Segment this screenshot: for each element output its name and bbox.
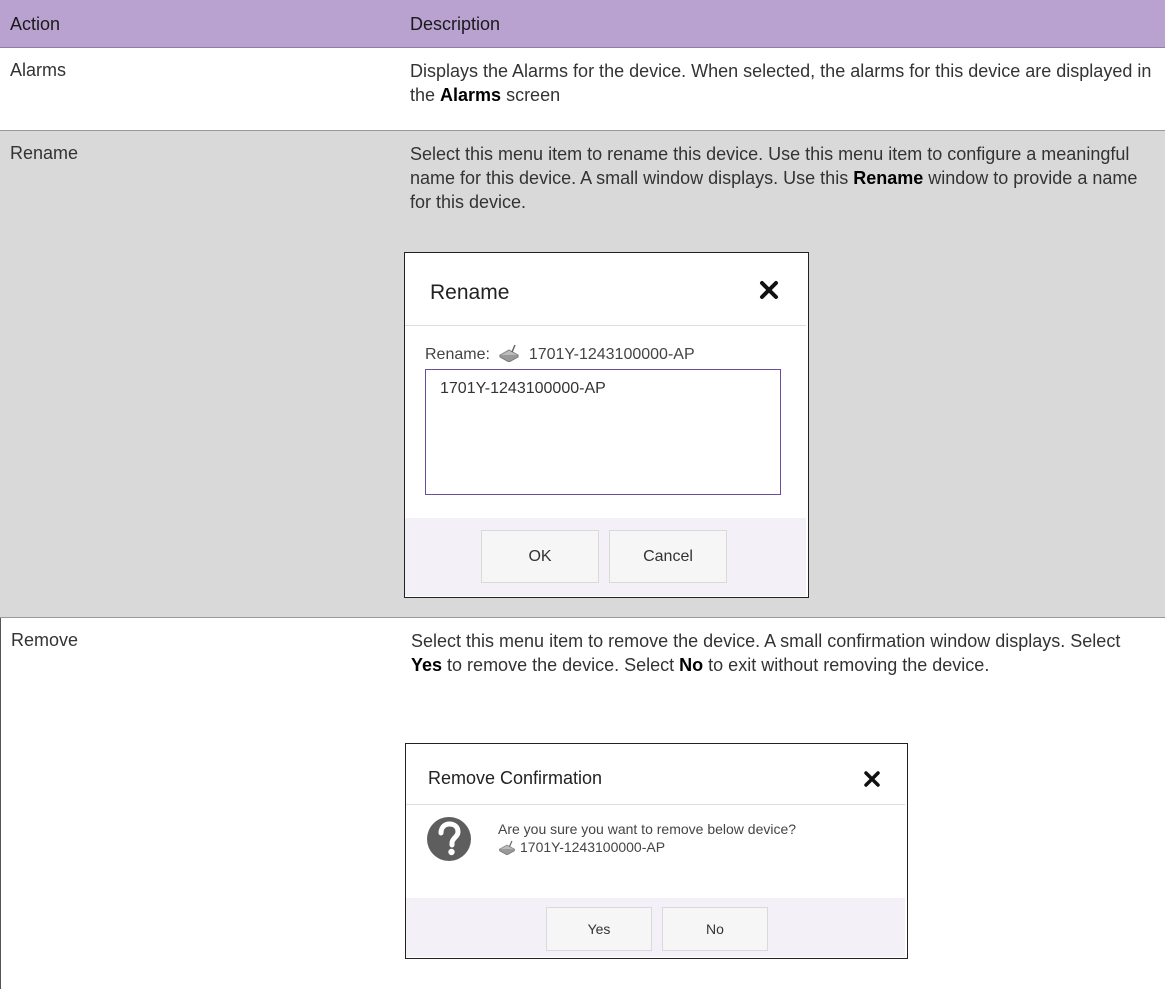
- action-cell: Rename: [10, 143, 79, 163]
- action-cell: Alarms: [10, 60, 67, 80]
- header-action: Action: [10, 14, 61, 34]
- access-point-device-icon: [499, 344, 520, 362]
- description-cell: Displays the Alarms for the device. When…: [410, 61, 1152, 105]
- table-row-remove: Remove Select this menu item to remove t…: [0, 618, 1165, 989]
- access-point-device-icon: [498, 840, 516, 855]
- ok-button[interactable]: OK: [481, 530, 599, 583]
- confirmation-message: Are you sure you want to remove below de…: [498, 821, 797, 855]
- dialog-footer: OK Cancel: [405, 518, 806, 596]
- divider: [406, 804, 905, 805]
- action-cell: Remove: [11, 630, 79, 650]
- description-cell: Select this menu item to remove the devi…: [411, 631, 1121, 675]
- close-icon[interactable]: [863, 770, 881, 788]
- rename-label: Rename: 1701Y-1243100000-AP: [425, 344, 695, 363]
- remove-confirmation-dialog: Remove Confirmation Are you sure you wan…: [405, 743, 908, 959]
- yes-button[interactable]: Yes: [546, 907, 652, 951]
- no-button[interactable]: No: [662, 907, 768, 951]
- table-row-rename: Rename Select this menu item to rename t…: [0, 131, 1165, 618]
- dialog-title: Remove Confirmation: [428, 768, 603, 788]
- table-row-alarms: Alarms Displays the Alarms for the devic…: [0, 48, 1165, 131]
- rename-dialog: Rename Rename: 1701Y-1243100000-AP 1701Y…: [404, 252, 809, 598]
- close-icon[interactable]: [758, 279, 780, 301]
- divider: [405, 325, 806, 326]
- dialog-footer: Yes No: [406, 898, 905, 957]
- question-mark-icon: [427, 817, 471, 861]
- cancel-button[interactable]: Cancel: [609, 530, 727, 583]
- description-cell: Select this menu item to rename this dev…: [410, 144, 1138, 212]
- table-header-row: Action Description: [0, 0, 1165, 48]
- dialog-title: Rename: [430, 281, 510, 304]
- rename-input[interactable]: 1701Y-1243100000-AP: [425, 369, 781, 495]
- header-description: Description: [410, 14, 501, 34]
